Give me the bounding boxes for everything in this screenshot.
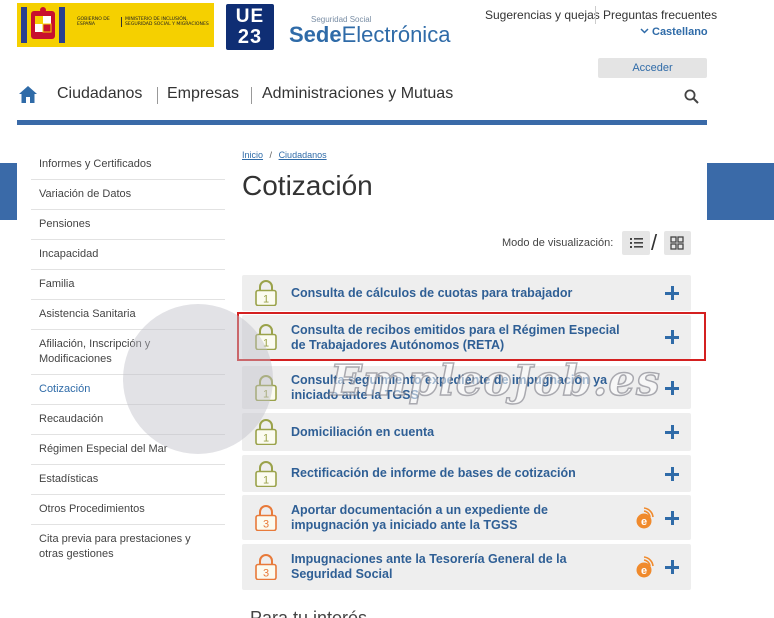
list-view-button[interactable] [622,231,650,255]
nav-ciudadanos[interactable]: Ciudadanos [57,85,142,103]
list-icon [630,238,643,248]
ue-year-text: 23 [237,26,263,48]
level-number: 1 [263,475,269,487]
procedure-card[interactable]: 1 Rectificación de informe de bases de co… [242,455,691,492]
sidebar-divider [31,179,225,180]
procedure-card[interactable]: 3 Impugnaciones ante la Tesorería General… [242,544,691,590]
svg-text:e: e [641,565,647,577]
level-3-lock-icon: 3 [255,554,277,580]
chevron-down-icon [640,28,649,34]
search-icon[interactable] [684,89,699,104]
expand-plus-icon[interactable] [665,467,679,481]
ministerio-text: MINISTERIO DE INCLUSIÓN, SEGURIDAD SOCIA… [121,17,213,27]
sidebar-item-otros[interactable]: Otros Procedimientos [39,502,225,517]
sede-rest: Electrónica [341,22,451,47]
expand-plus-icon[interactable] [665,425,679,439]
sidebar-item-cita-previa[interactable]: Cita previa para prestaciones y otras ge… [39,532,214,562]
grid-icon [670,236,684,250]
sidebar-item-incapacidad[interactable]: Incapacidad [39,247,225,262]
grid-view-button[interactable] [664,231,691,255]
level-number: 3 [263,519,269,531]
level-number: 1 [263,433,269,445]
sidebar-item-familia[interactable]: Familia [39,277,225,292]
header-divider [595,6,596,24]
expand-plus-icon[interactable] [665,511,679,525]
procedure-label[interactable]: Consulta de cálculos de cuotas para trab… [291,286,621,301]
procedure-label[interactable]: Impugnaciones ante la Tesorería General … [291,552,621,582]
svg-text:e: e [641,516,647,528]
procedure-label[interactable]: Aportar documentación a un expediente de… [291,503,621,533]
banner-band-right [707,163,774,220]
breadcrumb-ciudadanos[interactable]: Ciudadanos [279,150,327,160]
home-icon[interactable] [19,86,37,103]
expand-plus-icon[interactable] [665,381,679,395]
procedure-card[interactable]: 3 Aportar documentación a un expediente d… [242,495,691,540]
procedure-card[interactable]: 1 Consulta de cálculos de cuotas para tra… [242,275,691,311]
sidebar-divider [31,524,225,525]
nav-divider [157,87,158,104]
sidebar-divider [31,269,225,270]
expand-plus-icon[interactable] [665,560,679,574]
gobierno-logo[interactable]: GOBIERNO DE ESPAÑA MINISTERIO DE INCLUSI… [17,3,214,47]
language-selector[interactable]: Castellano [640,26,708,38]
gobierno-text: GOBIERNO DE ESPAÑA [77,17,110,27]
language-label: Castellano [652,26,708,38]
view-mode-slash: / [651,230,658,255]
breadcrumb-home[interactable]: Inicio [242,150,263,160]
nav-divider [251,87,252,104]
level-3-lock-icon: 3 [255,505,277,531]
sidebar-item-variacion[interactable]: Variación de Datos [39,187,225,202]
sidebar-divider [31,299,225,300]
sede-strong: Sede [289,22,342,47]
ue-text: UE [235,6,265,27]
sidebar-item-informes[interactable]: Informes y Certificados [39,157,225,172]
faq-link[interactable]: Preguntas frecuentes [603,8,717,22]
section-heading: Para tu interés [250,608,368,618]
sidebar-divider [31,239,225,240]
nav-underline [17,120,707,125]
watermark-logo [123,304,273,454]
electronic-procedure-icon: e [636,556,654,578]
banner-band-left [0,163,17,220]
sidebar-item-pensiones[interactable]: Pensiones [39,217,225,232]
ue23-logo: UE 23 [226,4,274,50]
coat-of-arms-icon [21,7,65,43]
nav-administraciones[interactable]: Administraciones y Mutuas [262,85,453,103]
expand-plus-icon[interactable] [665,286,679,300]
view-mode-label: Modo de visualización: [502,237,614,249]
suggestions-link[interactable]: Sugerencias y quejas [485,8,600,22]
sidebar-item-estadisticas[interactable]: Estadísticas [39,472,225,487]
level-1-lock-icon: 1 [255,280,277,306]
level-number: 1 [263,294,269,306]
watermark-text: EmpleoJob.es [329,355,661,406]
nav-empresas[interactable]: Empresas [167,85,239,103]
sidebar-divider [31,494,225,495]
procedure-label[interactable]: Rectificación de informe de bases de cot… [291,466,621,481]
sidebar-divider [31,209,225,210]
sede-logo[interactable]: SedeElectrónica [289,22,450,48]
login-button[interactable]: Acceder [598,58,707,78]
breadcrumb: Inicio / Ciudadanos [242,150,327,160]
highlight-box [237,312,706,361]
procedure-label[interactable]: Domiciliación en cuenta [291,425,621,440]
level-1-lock-icon: 1 [255,461,277,487]
page-title: Cotización [242,170,373,201]
sidebar-divider [31,464,225,465]
level-number: 3 [263,568,269,580]
procedure-card[interactable]: 1 Domiciliación en cuenta [242,413,691,451]
breadcrumb-separator: / [269,150,273,160]
electronic-procedure-icon: e [636,507,654,529]
